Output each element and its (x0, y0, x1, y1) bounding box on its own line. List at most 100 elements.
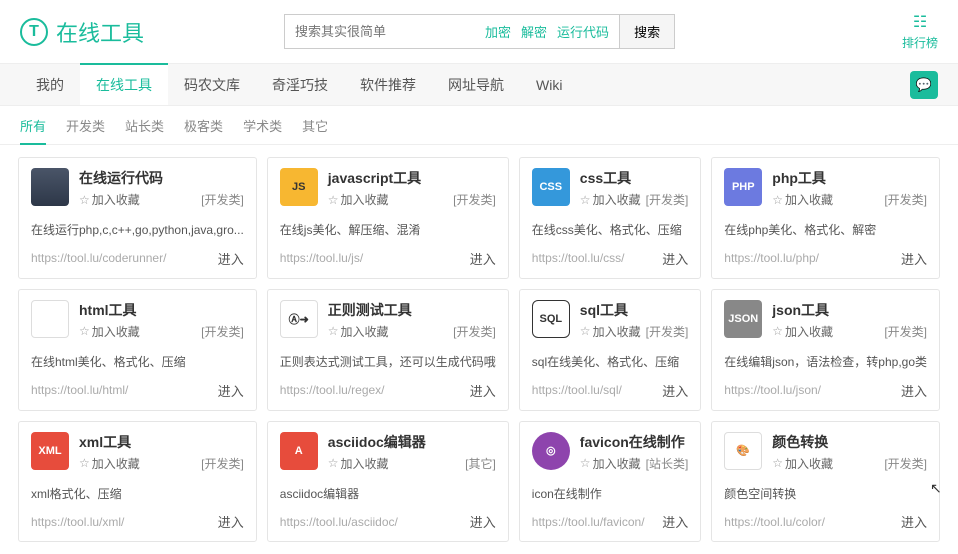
favorite-link[interactable]: ☆加入收藏 (328, 191, 389, 208)
tool-title[interactable]: php工具 (772, 168, 927, 188)
category-tag[interactable]: [开发类] (201, 323, 244, 340)
sub-tab-0[interactable]: 所有 (20, 116, 46, 145)
tool-card: XML xml工具 ☆加入收藏 [开发类] xml格式化、压缩 https://… (18, 421, 257, 543)
tool-title[interactable]: 颜色转换 (772, 432, 927, 452)
sub-tab-1[interactable]: 开发类 (66, 116, 105, 144)
favorite-link[interactable]: ☆加入收藏 (772, 323, 833, 340)
quick-link-encrypt[interactable]: 加密 (485, 22, 511, 41)
tool-title[interactable]: javascript工具 (328, 168, 496, 188)
nav-tab-0[interactable]: 我的 (20, 65, 80, 105)
tool-url: https://tool.lu/coderunner/ (31, 251, 210, 265)
category-tag[interactable]: [开发类] (201, 455, 244, 472)
tool-url: https://tool.lu/asciidoc/ (280, 515, 462, 529)
favorite-link[interactable]: ☆加入收藏 (79, 191, 140, 208)
star-icon: ☆ (328, 456, 339, 470)
tool-title[interactable]: css工具 (580, 168, 688, 188)
favorite-label: 加入收藏 (92, 323, 140, 340)
nav-tab-6[interactable]: Wiki (520, 67, 578, 103)
search-button[interactable]: 搜索 (619, 15, 674, 48)
enter-link[interactable]: 进入 (662, 249, 688, 268)
quick-link-decrypt[interactable]: 解密 (521, 22, 547, 41)
tool-url: https://tool.lu/regex/ (280, 383, 462, 397)
tool-card: JS javascript工具 ☆加入收藏 [开发类] 在线js美化、解压缩、混… (267, 157, 509, 279)
search-input[interactable] (285, 17, 475, 46)
ranking-link[interactable]: ☷ 排行榜 (902, 12, 938, 51)
category-tag[interactable]: [站长类] (646, 455, 689, 472)
tool-title[interactable]: xml工具 (79, 432, 244, 452)
favorite-link[interactable]: ☆加入收藏 (328, 323, 389, 340)
nav-tab-5[interactable]: 网址导航 (432, 65, 520, 105)
tool-icon: 🎨 (724, 432, 762, 470)
quick-link-runcode[interactable]: 运行代码 (557, 22, 609, 41)
enter-link[interactable]: 进入 (901, 381, 927, 400)
star-icon: ☆ (772, 193, 783, 207)
enter-link[interactable]: 进入 (470, 381, 496, 400)
tool-title[interactable]: html工具 (79, 300, 244, 320)
star-icon: ☆ (328, 324, 339, 338)
tool-title[interactable]: asciidoc编辑器 (328, 432, 496, 452)
enter-link[interactable]: 进入 (901, 249, 927, 268)
sub-tab-4[interactable]: 学术类 (243, 116, 282, 144)
chat-button[interactable]: 💬 (910, 71, 938, 99)
category-tag[interactable]: [开发类] (884, 323, 927, 340)
tool-icon: A (280, 432, 318, 470)
tool-description: 在线css美化、格式化、压缩 (532, 222, 688, 239)
nav-tab-2[interactable]: 码农文库 (168, 65, 256, 105)
category-tag[interactable]: [开发类] (646, 191, 689, 208)
tool-url: https://tool.lu/html/ (31, 383, 210, 397)
star-icon: ☆ (580, 456, 591, 470)
tool-card: JSON json工具 ☆加入收藏 [开发类] 在线编辑json，语法检查，转p… (711, 289, 940, 411)
tool-description: 在线编辑json，语法检查，转php,go类 (724, 354, 927, 371)
sub-tab-3[interactable]: 极客类 (184, 116, 223, 144)
category-tag[interactable]: [开发类] (646, 323, 689, 340)
tool-icon: SQL (532, 300, 570, 338)
category-tag[interactable]: [其它] (465, 455, 496, 472)
category-tag[interactable]: [开发类] (884, 191, 927, 208)
tool-icon: Ⓐ➜ (280, 300, 318, 338)
enter-link[interactable]: 进入 (662, 381, 688, 400)
tool-description: 正则表达式测试工具，还可以生成代码哦 (280, 354, 496, 371)
category-tag[interactable]: [开发类] (884, 455, 927, 472)
tool-title[interactable]: json工具 (772, 300, 927, 320)
enter-link[interactable]: 进入 (901, 512, 927, 531)
search-box: 加密 解密 运行代码 搜索 (284, 14, 675, 49)
tool-title[interactable]: sql工具 (580, 300, 688, 320)
sub-tab-2[interactable]: 站长类 (125, 116, 164, 144)
star-icon: ☆ (580, 193, 591, 207)
tool-description: 在线运行php,c,c++,go,python,java,gro... (31, 222, 244, 239)
category-tag[interactable]: [开发类] (453, 323, 496, 340)
favorite-label: 加入收藏 (341, 455, 389, 472)
category-tag[interactable]: [开发类] (453, 191, 496, 208)
enter-link[interactable]: 进入 (470, 249, 496, 268)
favorite-link[interactable]: ☆加入收藏 (580, 323, 641, 340)
favorite-link[interactable]: ☆加入收藏 (328, 455, 389, 472)
nav-tab-4[interactable]: 软件推荐 (344, 65, 432, 105)
tool-title[interactable]: favicon在线制作 (580, 432, 688, 452)
sub-tab-5[interactable]: 其它 (302, 116, 328, 144)
favorite-label: 加入收藏 (785, 455, 833, 472)
tool-icon (31, 300, 69, 338)
enter-link[interactable]: 进入 (218, 249, 244, 268)
favorite-link[interactable]: ☆加入收藏 (79, 455, 140, 472)
logo[interactable]: T 在线工具 (20, 16, 144, 48)
tool-title[interactable]: 在线运行代码 (79, 168, 244, 188)
favorite-link[interactable]: ☆加入收藏 (79, 323, 140, 340)
enter-link[interactable]: 进入 (470, 512, 496, 531)
tool-card: html工具 ☆加入收藏 [开发类] 在线html美化、格式化、压缩 https… (18, 289, 257, 411)
enter-link[interactable]: 进入 (662, 512, 688, 531)
favorite-link[interactable]: ☆加入收藏 (772, 455, 833, 472)
nav-tab-3[interactable]: 奇淫巧技 (256, 65, 344, 105)
favorite-link[interactable]: ☆加入收藏 (580, 455, 641, 472)
tool-card: SQL sql工具 ☆加入收藏 [开发类] sql在线美化、格式化、压缩 htt… (519, 289, 701, 411)
enter-link[interactable]: 进入 (218, 381, 244, 400)
star-icon: ☆ (79, 456, 90, 470)
category-tag[interactable]: [开发类] (201, 191, 244, 208)
nav-tab-1[interactable]: 在线工具 (80, 63, 168, 105)
tool-title[interactable]: 正则测试工具 (328, 300, 496, 320)
favorite-link[interactable]: ☆加入收藏 (772, 191, 833, 208)
tool-url: https://tool.lu/sql/ (532, 383, 654, 397)
favorite-label: 加入收藏 (593, 191, 641, 208)
enter-link[interactable]: 进入 (218, 512, 244, 531)
favorite-link[interactable]: ☆加入收藏 (580, 191, 641, 208)
tool-url: https://tool.lu/js/ (280, 251, 462, 265)
